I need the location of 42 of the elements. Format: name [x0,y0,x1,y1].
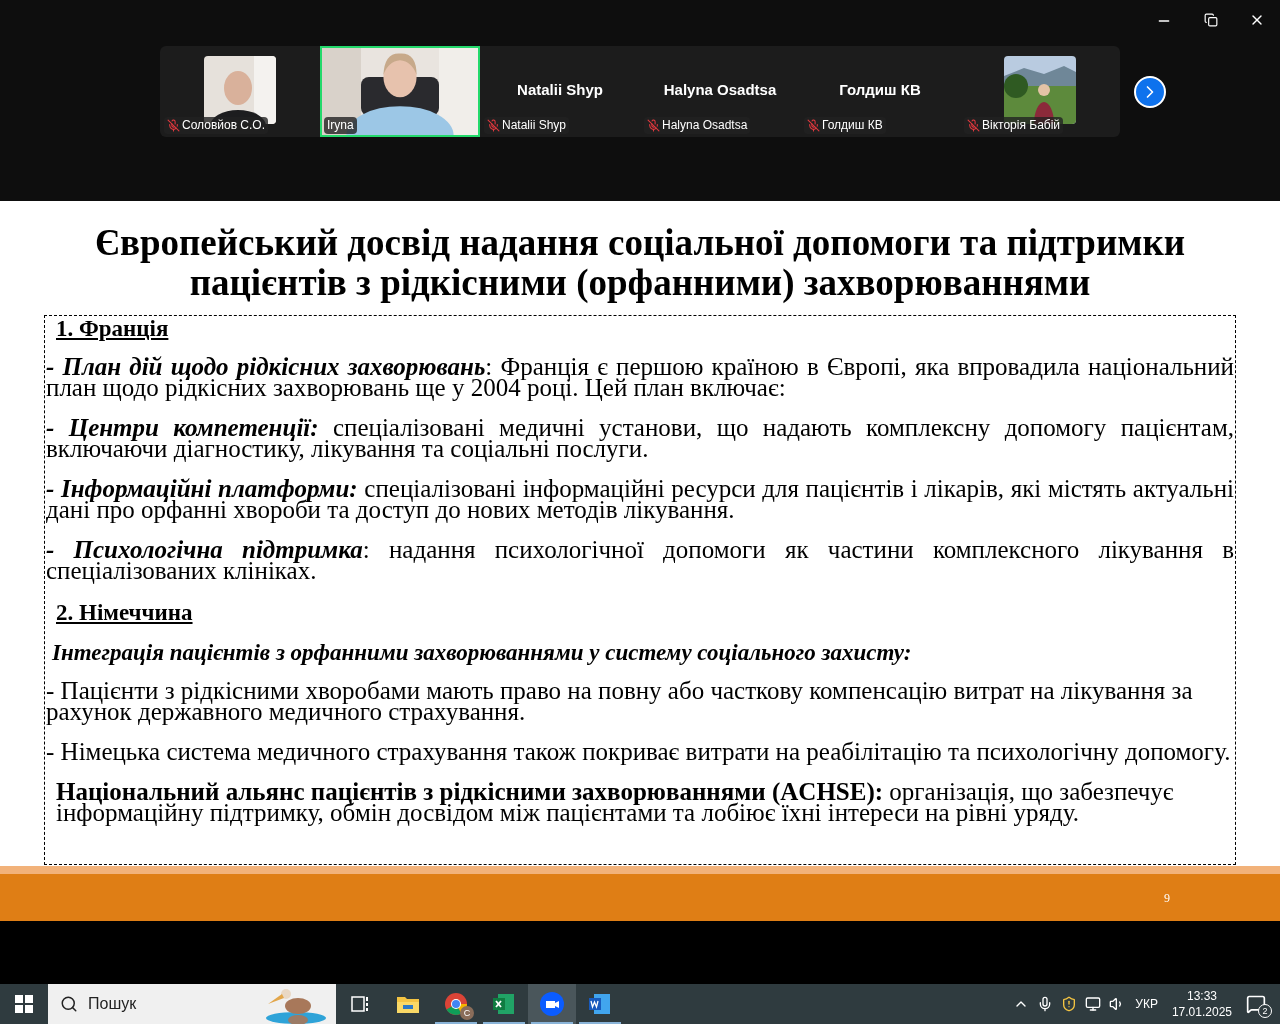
participant-tile[interactable]: Соловйов С.О. [160,46,320,137]
participant-label: Вікторія Бабій [982,118,1061,133]
participant-name: Голдиш КВ [839,82,921,97]
participant-tile[interactable]: Iryna [320,46,480,137]
participant-label: Соловйов С.О. [182,118,265,133]
video-meeting-icon [539,991,565,1017]
participant-name: Halyna Osadtsa [663,82,777,97]
taskbar-app[interactable]: C [432,984,480,1024]
participant-label: Голдиш КВ [822,118,883,133]
notification-count: 2 [1258,1004,1272,1018]
windows-icon [15,995,33,1013]
profile-badge: C [460,1006,474,1020]
shield-warning-icon[interactable] [1061,996,1078,1012]
subheading: Інтеграція пацієнтів з орфанними захворюваннями у систему соціального захисту: [52,640,912,666]
section-heading: 2. Німеччина [56,600,193,626]
language-indicator[interactable]: УКР [1135,995,1158,1013]
next-page-button[interactable] [1134,75,1166,108]
clock-time[interactable]: 13:33 [1186,988,1217,1004]
participant-label: Natalii Shyp [502,118,567,133]
participant-label: Halyna Osadtsa [662,118,748,133]
notifications-icon[interactable] [1246,994,1266,1014]
search-icon [60,995,78,1013]
restore-icon[interactable] [1204,13,1218,27]
folder-icon [396,994,420,1014]
task-view-icon [350,994,370,1014]
search-field[interactable]: Пошук [48,984,336,1024]
document-icon [588,992,612,1016]
clock-date[interactable]: 17.01.2025 [1171,1004,1232,1020]
spreadsheet-icon [492,992,516,1016]
participant-label: Iryna [327,118,354,133]
search-input[interactable]: Пошук [88,992,238,1016]
slide-title: Європейський досвід надання соціальної допомоги та підтримки пацієнтів з рідкісними (орфанними) захворюваннями [93,223,1187,303]
participant-tile[interactable]: Natalii Shyp Natalii Shyp [480,46,640,137]
page-number: 9 [1164,889,1170,907]
section-heading: 1. Франція [56,316,169,342]
participant-tile[interactable]: Вікторія Бабій [960,46,1120,137]
participant-name: Natalii Shyp [517,82,603,97]
browser-icon [444,992,468,1016]
participant-tile[interactable]: Halyna Osadtsa Halyna Osadtsa [640,46,800,137]
network-icon[interactable] [1085,996,1102,1012]
taskbar-app[interactable] [528,984,576,1024]
participant-tile[interactable]: Голдиш КВ Голдиш КВ [800,46,960,137]
